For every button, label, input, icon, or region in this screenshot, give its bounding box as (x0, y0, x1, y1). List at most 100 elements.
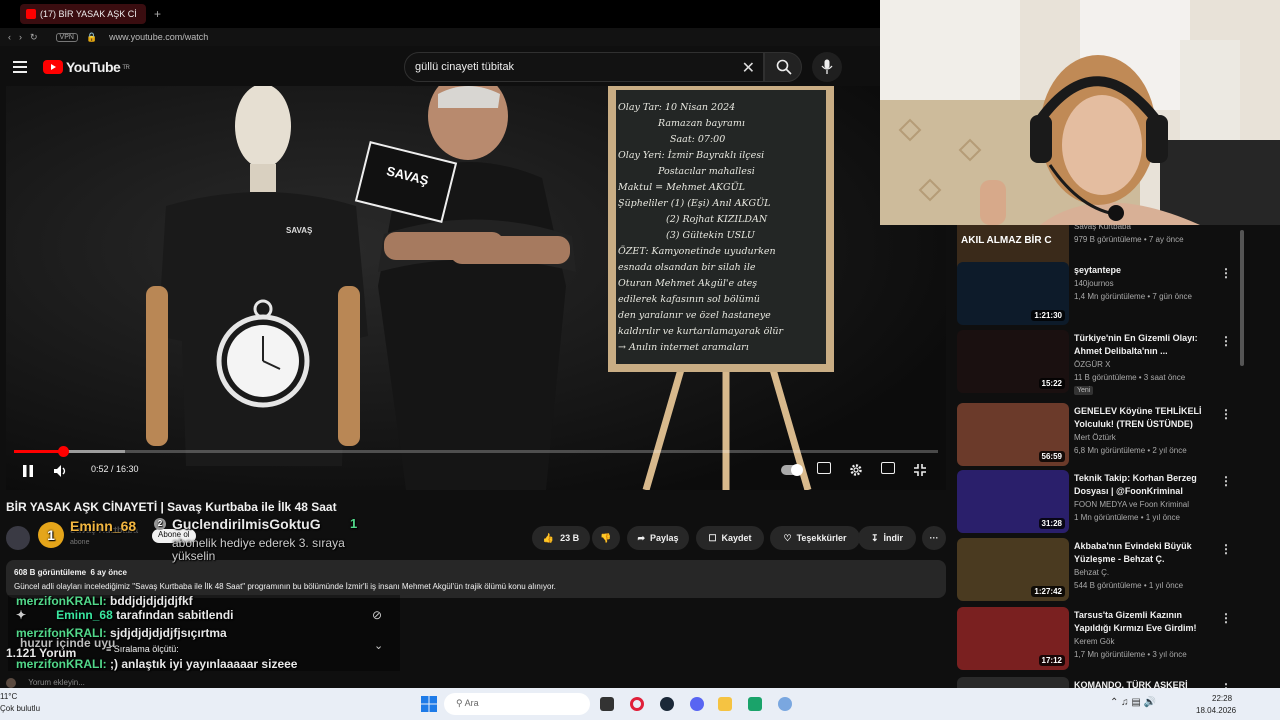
chat-text: sjdjdjdjdjdjfjsıçırtma (110, 626, 227, 640)
captions-icon[interactable] (817, 462, 831, 474)
expand-chevron-icon[interactable]: ⌄ (374, 639, 383, 652)
thanks-button[interactable]: ♡ Teşekkürler (770, 526, 860, 550)
board-line: (2) Rojhat KIZILDAN (666, 214, 768, 225)
youtube-logo[interactable]: YouTube TR (43, 59, 130, 75)
clear-search-icon[interactable]: ✕ (742, 58, 755, 78)
youtube-play-icon (43, 60, 63, 74)
more-actions-button[interactable]: ··· (922, 526, 946, 550)
menu-icon[interactable] (13, 58, 27, 76)
logo-text: YouTube (66, 59, 121, 75)
board-line: Olay Tar: 10 Nisan 2024 (618, 102, 736, 113)
video-thumbnail[interactable]: 17:12 (957, 607, 1069, 670)
more-options-icon[interactable]: ⋮ (1220, 611, 1232, 625)
autoplay-toggle[interactable] (781, 464, 803, 476)
board-line: kaldırılır ve kurtarılamayarak ölür (618, 326, 784, 337)
share-button[interactable]: ➦ Paylaş (627, 526, 689, 550)
url-field[interactable]: www.youtube.com/watch (109, 32, 208, 42)
video-player[interactable]: SAVAŞ Olay Tar: 10 Nisan 2024 Ramazan ba… (6, 86, 946, 490)
recommended-channel[interactable]: Kerem Gök (1074, 637, 1114, 646)
sidebar-scrollbar[interactable] (1240, 230, 1244, 366)
recommended-channel[interactable]: Savaş Kurtbaba (1074, 225, 1131, 231)
pause-icon[interactable] (22, 465, 34, 477)
dislike-button[interactable]: 👎 (592, 526, 620, 550)
recommended-video[interactable]: 1:21:30 şeytantepe 140journos 1,4 Mn görünt… (957, 262, 1237, 326)
search-input[interactable]: güllü cinayeti tübitak ✕ (404, 52, 764, 82)
recommended-video[interactable]: 56:59 GENELEV Köyüne TEHLİKELİ Yolculuk! … (957, 403, 1237, 467)
windows-start-icon[interactable] (421, 696, 437, 712)
taskbar-search[interactable]: ⚲ Ara (444, 693, 590, 715)
opera-icon[interactable] (630, 697, 644, 711)
channel-avatar[interactable] (6, 526, 30, 550)
video-thumbnail[interactable]: 56:59 (957, 403, 1069, 466)
like-count: 23 B (560, 533, 580, 543)
more-options-icon[interactable]: ⋮ (1220, 407, 1232, 421)
board-line: Olay Yeri: İzmir Bayraklı ilçesi (618, 150, 765, 161)
save-label: Kaydet (721, 533, 752, 543)
voice-search-button[interactable] (812, 52, 842, 82)
recommended-video[interactable]: 1:27:42 Akbaba'nın Evindeki Büyük Yüzleşm… (957, 538, 1237, 602)
more-options-icon[interactable]: ⋮ (1220, 334, 1232, 348)
recommended-channel[interactable]: Mert Öztürk (1074, 433, 1116, 442)
player-controls: 0:52 / 16:30 (6, 446, 946, 490)
forward-icon[interactable]: › (19, 32, 22, 42)
recommended-title[interactable]: Teknik Takip: Korhan Berzeg Dosyası | @F… (1074, 472, 1214, 498)
recommended-title[interactable]: Türkiye'nin En Gizemli Olayı: Ahmet Deli… (1074, 332, 1214, 358)
recommended-title[interactable]: Akbaba'nın Evindeki Büyük Yüzleşme - Beh… (1074, 540, 1214, 566)
recommended-channel[interactable]: ÖZGÜR X (1074, 360, 1110, 369)
discord-icon[interactable] (690, 697, 704, 711)
commenter-avatar (6, 678, 16, 688)
tray-icons[interactable]: ⌃ ♫ ▤ 🔊 (1110, 697, 1156, 708)
browser-tab[interactable]: (17) BİR YASAK AŞK Cİ (20, 4, 146, 24)
download-button[interactable]: ↧ İndir (858, 526, 916, 550)
sort-button[interactable]: ≡ Sıralama ölçütü: (106, 644, 179, 654)
more-options-icon[interactable]: ⋮ (1220, 474, 1232, 488)
weather-temp: 11°C (0, 692, 18, 701)
unpin-icon[interactable]: ⊘ (372, 608, 382, 622)
gift-text2: yükselin (172, 549, 216, 563)
reload-icon[interactable]: ↻ (30, 32, 38, 43)
save-button[interactable]: ☐ Kaydet (696, 526, 764, 550)
recommended-title[interactable]: Tarsus'ta Gizemli Kazının Yapıldığı Kırm… (1074, 609, 1214, 635)
vpn-badge[interactable]: VPN (55, 32, 78, 42)
recommended-meta: 544 B görüntüleme • 1 yıl önce (1074, 581, 1184, 590)
video-duration: 1:21:30 (1031, 310, 1065, 321)
recommended-channel[interactable]: 140journos (1074, 279, 1114, 288)
file-explorer-icon[interactable] (718, 697, 732, 711)
video-thumbnail[interactable]: 1:27:42 (957, 538, 1069, 601)
miniplayer-icon[interactable] (881, 462, 895, 474)
volume-icon[interactable] (54, 465, 68, 477)
search-button[interactable] (764, 52, 802, 82)
pin-user: Eminn_68 (56, 608, 113, 622)
recommended-video[interactable]: 31:28 Teknik Takip: Korhan Berzeg Dosyası… (957, 470, 1237, 534)
comment-input[interactable]: Yorum ekleyin... (6, 678, 366, 688)
recommended-title[interactable]: GENELEV Köyüne TEHLİKELİ Yolculuk! (TREN… (1074, 405, 1214, 431)
video-duration: 15:22 (1038, 378, 1065, 389)
recommended-video[interactable]: 17:12 Tarsus'ta Gizemli Kazının Yapıldığı… (957, 607, 1237, 671)
app-icon[interactable] (748, 697, 762, 711)
clock-time[interactable]: 22:28 (1212, 694, 1232, 703)
clock-date[interactable]: 18.04.2026 (1196, 706, 1236, 715)
progress-handle[interactable] (57, 446, 69, 457)
video-thumbnail[interactable]: 1:21:30 (957, 262, 1069, 325)
recommended-channel[interactable]: FOON MEDYA ve Foon Kriminal (1074, 500, 1189, 509)
recommended-title[interactable]: şeytantepe (1074, 264, 1214, 277)
dislike-icon: 👎 (600, 532, 612, 543)
more-options-icon[interactable]: ⋮ (1220, 266, 1232, 280)
task-view-icon[interactable] (600, 697, 614, 711)
steam-icon[interactable] (660, 697, 674, 711)
recommended-channel[interactable]: Behzat Ç. (1074, 568, 1109, 577)
recommended-video[interactable]: 15:22 Türkiye'nin En Gizemli Olayı: Ahmet… (957, 330, 1237, 395)
video-thumbnail[interactable]: 31:28 (957, 470, 1069, 533)
like-button[interactable]: 👍 23 B (532, 526, 590, 550)
app-icon[interactable] (778, 697, 792, 711)
progress-bar[interactable] (14, 446, 938, 457)
new-tab-button[interactable]: + (154, 7, 161, 21)
new-badge: Yeni (1074, 386, 1094, 395)
settings-gear-icon[interactable] (849, 463, 863, 477)
more-options-icon[interactable]: ⋮ (1220, 542, 1232, 556)
gift-rank2: 2 (154, 518, 166, 530)
back-icon[interactable]: ‹ (8, 32, 11, 42)
exit-fullscreen-icon[interactable] (913, 463, 927, 477)
video-thumbnail[interactable]: 15:22 (957, 330, 1069, 393)
download-label: İndir (883, 533, 904, 543)
